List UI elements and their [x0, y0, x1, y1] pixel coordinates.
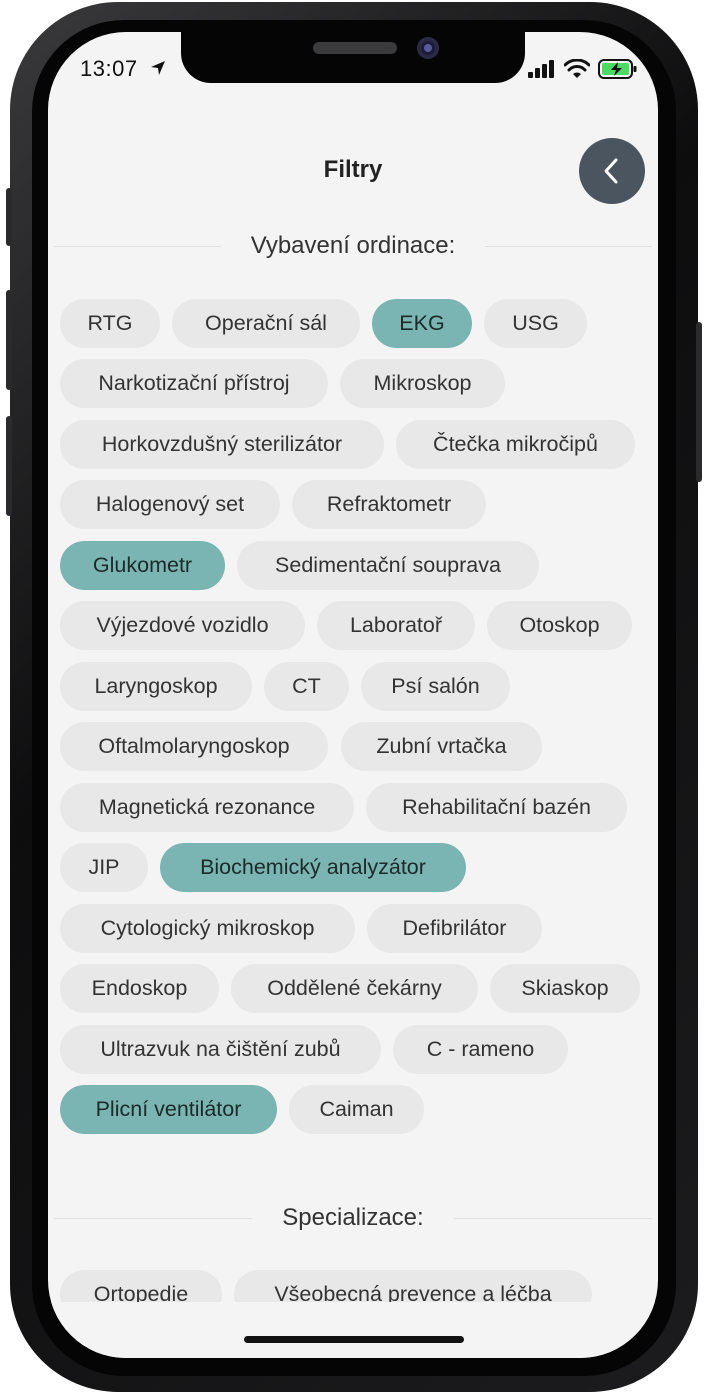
speaker-grille: [313, 42, 397, 54]
section-title-specialization: Specializace:: [48, 1204, 658, 1232]
filter-chip[interactable]: Endoskop: [60, 964, 219, 1013]
filter-chip[interactable]: Výjezdové vozidlo: [60, 601, 305, 650]
power-button: [696, 322, 702, 482]
filter-chip[interactable]: Oftalmolaryngoskop: [60, 722, 328, 771]
filter-chip-selected[interactable]: Plicní ventilátor: [60, 1085, 277, 1134]
front-camera-icon: [417, 37, 439, 59]
bottom-safe-area: [48, 1302, 658, 1358]
volume-up-button: [6, 290, 12, 390]
filter-chip[interactable]: Sedimentační souprava: [237, 541, 539, 590]
filter-chip[interactable]: RTG: [60, 299, 160, 348]
filter-chip[interactable]: Oddělené čekárny: [231, 964, 478, 1013]
back-button[interactable]: [579, 138, 645, 204]
filter-chip[interactable]: Zubní vrtačka: [341, 722, 542, 771]
status-time: 13:07: [80, 56, 138, 81]
signal-icon: [528, 60, 554, 78]
filter-chip-selected[interactable]: EKG: [372, 299, 472, 348]
filter-chip[interactable]: USG: [484, 299, 587, 348]
page-title: Filtry: [323, 156, 383, 183]
filter-chip[interactable]: Laboratoř: [317, 601, 475, 650]
filter-chip[interactable]: Ultrazvuk na čištění zubů: [60, 1025, 381, 1074]
section-title-text: Vybavení ordinace:: [220, 232, 486, 259]
filter-chip[interactable]: Otoskop: [487, 601, 632, 650]
app-screen: 13:07 Filtry Vybavení ordinace: RTG Oper…: [48, 32, 658, 1358]
filter-chip[interactable]: Refraktometr: [292, 480, 486, 529]
filter-chip[interactable]: CT: [264, 662, 349, 711]
filter-chip[interactable]: Psí salón: [361, 662, 510, 711]
silent-switch: [6, 188, 12, 246]
filter-chip[interactable]: Laryngoskop: [60, 662, 252, 711]
filter-chip[interactable]: Skiaskop: [490, 964, 640, 1013]
filter-chip-selected[interactable]: Glukometr: [60, 541, 225, 590]
filter-chip[interactable]: Operační sál: [172, 299, 360, 348]
filter-chip[interactable]: Cytologický mikroskop: [60, 904, 355, 953]
filter-chip[interactable]: Caiman: [289, 1085, 424, 1134]
home-indicator[interactable]: [244, 1336, 464, 1343]
filter-chip[interactable]: Defibrilátor: [367, 904, 542, 953]
volume-down-button: [6, 416, 12, 516]
notch: [181, 32, 525, 83]
filter-chip[interactable]: Halogenový set: [60, 480, 280, 529]
filter-chip[interactable]: Mikroskop: [340, 359, 505, 408]
section-title-equipment: Vybavení ordinace:: [48, 232, 658, 260]
filter-chip[interactable]: JIP: [60, 843, 148, 892]
filter-chip[interactable]: C - rameno: [393, 1025, 568, 1074]
filter-chip-selected[interactable]: Biochemický analyzátor: [160, 843, 466, 892]
location-arrow-icon: [151, 61, 165, 75]
filter-chip[interactable]: Čtečka mikročipů: [396, 420, 635, 469]
status-icons: [528, 58, 638, 80]
filter-chip[interactable]: Narkotizační přístroj: [60, 359, 328, 408]
chevron-left-icon: [604, 158, 618, 184]
wifi-icon: [564, 59, 590, 78]
filter-chip[interactable]: Magnetická rezonance: [60, 783, 354, 832]
filter-chip[interactable]: Horkovzdušný sterilizátor: [60, 420, 384, 469]
section-title-text: Specializace:: [252, 1204, 454, 1231]
battery-icon: [598, 59, 637, 79]
filter-chip[interactable]: Rehabilitační bazén: [366, 783, 627, 832]
